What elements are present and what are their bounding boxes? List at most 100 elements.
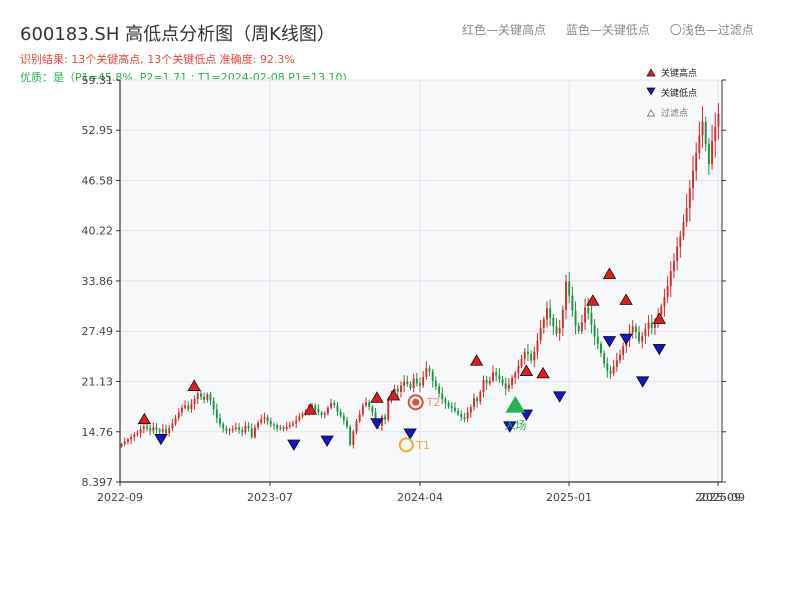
candle-up (190, 403, 193, 410)
candle-down (434, 380, 437, 387)
candle-up (647, 322, 650, 329)
candle-up (717, 114, 720, 127)
candle-down (428, 368, 431, 372)
candle-up (631, 326, 634, 333)
candle-up (184, 405, 187, 408)
candle-up (584, 307, 587, 323)
candle-down (314, 405, 317, 410)
candle-up (161, 429, 164, 432)
t2-marker-dot (412, 398, 420, 406)
candle-up (130, 436, 133, 440)
candle-up (558, 328, 561, 334)
candle-up (301, 414, 304, 417)
candle-up (260, 418, 263, 423)
candle-up (120, 444, 123, 447)
candle-up (365, 402, 367, 406)
candle-down (431, 371, 434, 381)
candle-down (238, 427, 240, 430)
candle-down (457, 410, 460, 415)
candle-up (546, 308, 548, 320)
candle-up (403, 381, 406, 386)
y-tick-label: 27.49 (82, 325, 114, 338)
candle-down (371, 406, 374, 413)
candle-down (273, 424, 275, 426)
x-tick-label: 2025-01 (546, 491, 592, 504)
candle-down (339, 411, 342, 416)
candle-down (155, 427, 158, 430)
candle-up (180, 407, 183, 413)
candle-up (139, 429, 142, 434)
candle-up (466, 412, 469, 419)
candle-down (384, 416, 387, 420)
candle-down (577, 325, 580, 332)
candle-up (507, 384, 510, 389)
candle-up (469, 406, 472, 413)
t1-label: T1 (415, 439, 430, 452)
candle-down (485, 380, 488, 384)
candle-down (447, 403, 450, 407)
candle-up (152, 427, 155, 431)
candle-down (568, 281, 571, 296)
candle-down (219, 418, 221, 425)
candle-up (679, 236, 682, 247)
candle-up (412, 378, 415, 389)
candle-down (593, 324, 596, 337)
candle-down (200, 393, 202, 397)
candle-up (257, 422, 260, 428)
candle-down (215, 409, 218, 419)
candle-down (247, 425, 250, 429)
candle-up (533, 351, 536, 361)
y-tick-label: 8.397 (82, 476, 114, 489)
candle-up (285, 426, 288, 430)
candle-down (225, 428, 228, 431)
candle-up (669, 271, 672, 287)
candle-up (126, 439, 129, 442)
candle-down (498, 375, 501, 380)
candle-up (615, 360, 618, 367)
candle-down (419, 383, 421, 386)
candle-up (171, 423, 174, 429)
candle-up (653, 324, 656, 329)
candle-down (530, 354, 533, 361)
candle-up (358, 414, 361, 422)
candle-down (501, 379, 504, 384)
candle-up (193, 399, 196, 404)
candle-down (606, 363, 609, 371)
candle-down (571, 295, 574, 311)
candle-up (263, 417, 266, 419)
candle-up (422, 376, 425, 386)
candle-down (336, 405, 339, 412)
candle-up (352, 431, 355, 445)
y-tick-label: 46.58 (82, 175, 114, 188)
candle-up (682, 222, 685, 237)
candle-up (177, 412, 180, 419)
candle-up (673, 260, 675, 272)
candle-up (326, 407, 329, 414)
candle-up (425, 368, 428, 377)
candle-down (282, 427, 285, 430)
candle-down (504, 383, 507, 389)
candle-up (539, 328, 542, 341)
candle-up (542, 319, 545, 329)
candle-up (488, 380, 491, 384)
candle-up (714, 126, 717, 141)
candle-down (158, 429, 161, 432)
candle-down (603, 353, 606, 364)
candle-up (536, 340, 539, 352)
y-tick-label: 21.13 (82, 375, 114, 388)
candle-up (228, 429, 231, 431)
candle-down (146, 426, 148, 429)
candle-down (476, 398, 479, 402)
candle-up (517, 365, 520, 374)
candle-down (317, 409, 320, 413)
candle-down (526, 351, 529, 355)
entry-label: 入场 (504, 418, 526, 432)
candle-up (514, 373, 517, 378)
candle-down (276, 425, 279, 429)
candle-down (406, 381, 409, 385)
candle-up (511, 377, 514, 385)
candle-down (634, 326, 637, 332)
candle-up (123, 441, 126, 445)
kline-chart: T1 T2 入场 8.397 14.76 21.13 27.49 33.86 40.22 46.… (82, 67, 745, 504)
candle-up (561, 309, 564, 329)
